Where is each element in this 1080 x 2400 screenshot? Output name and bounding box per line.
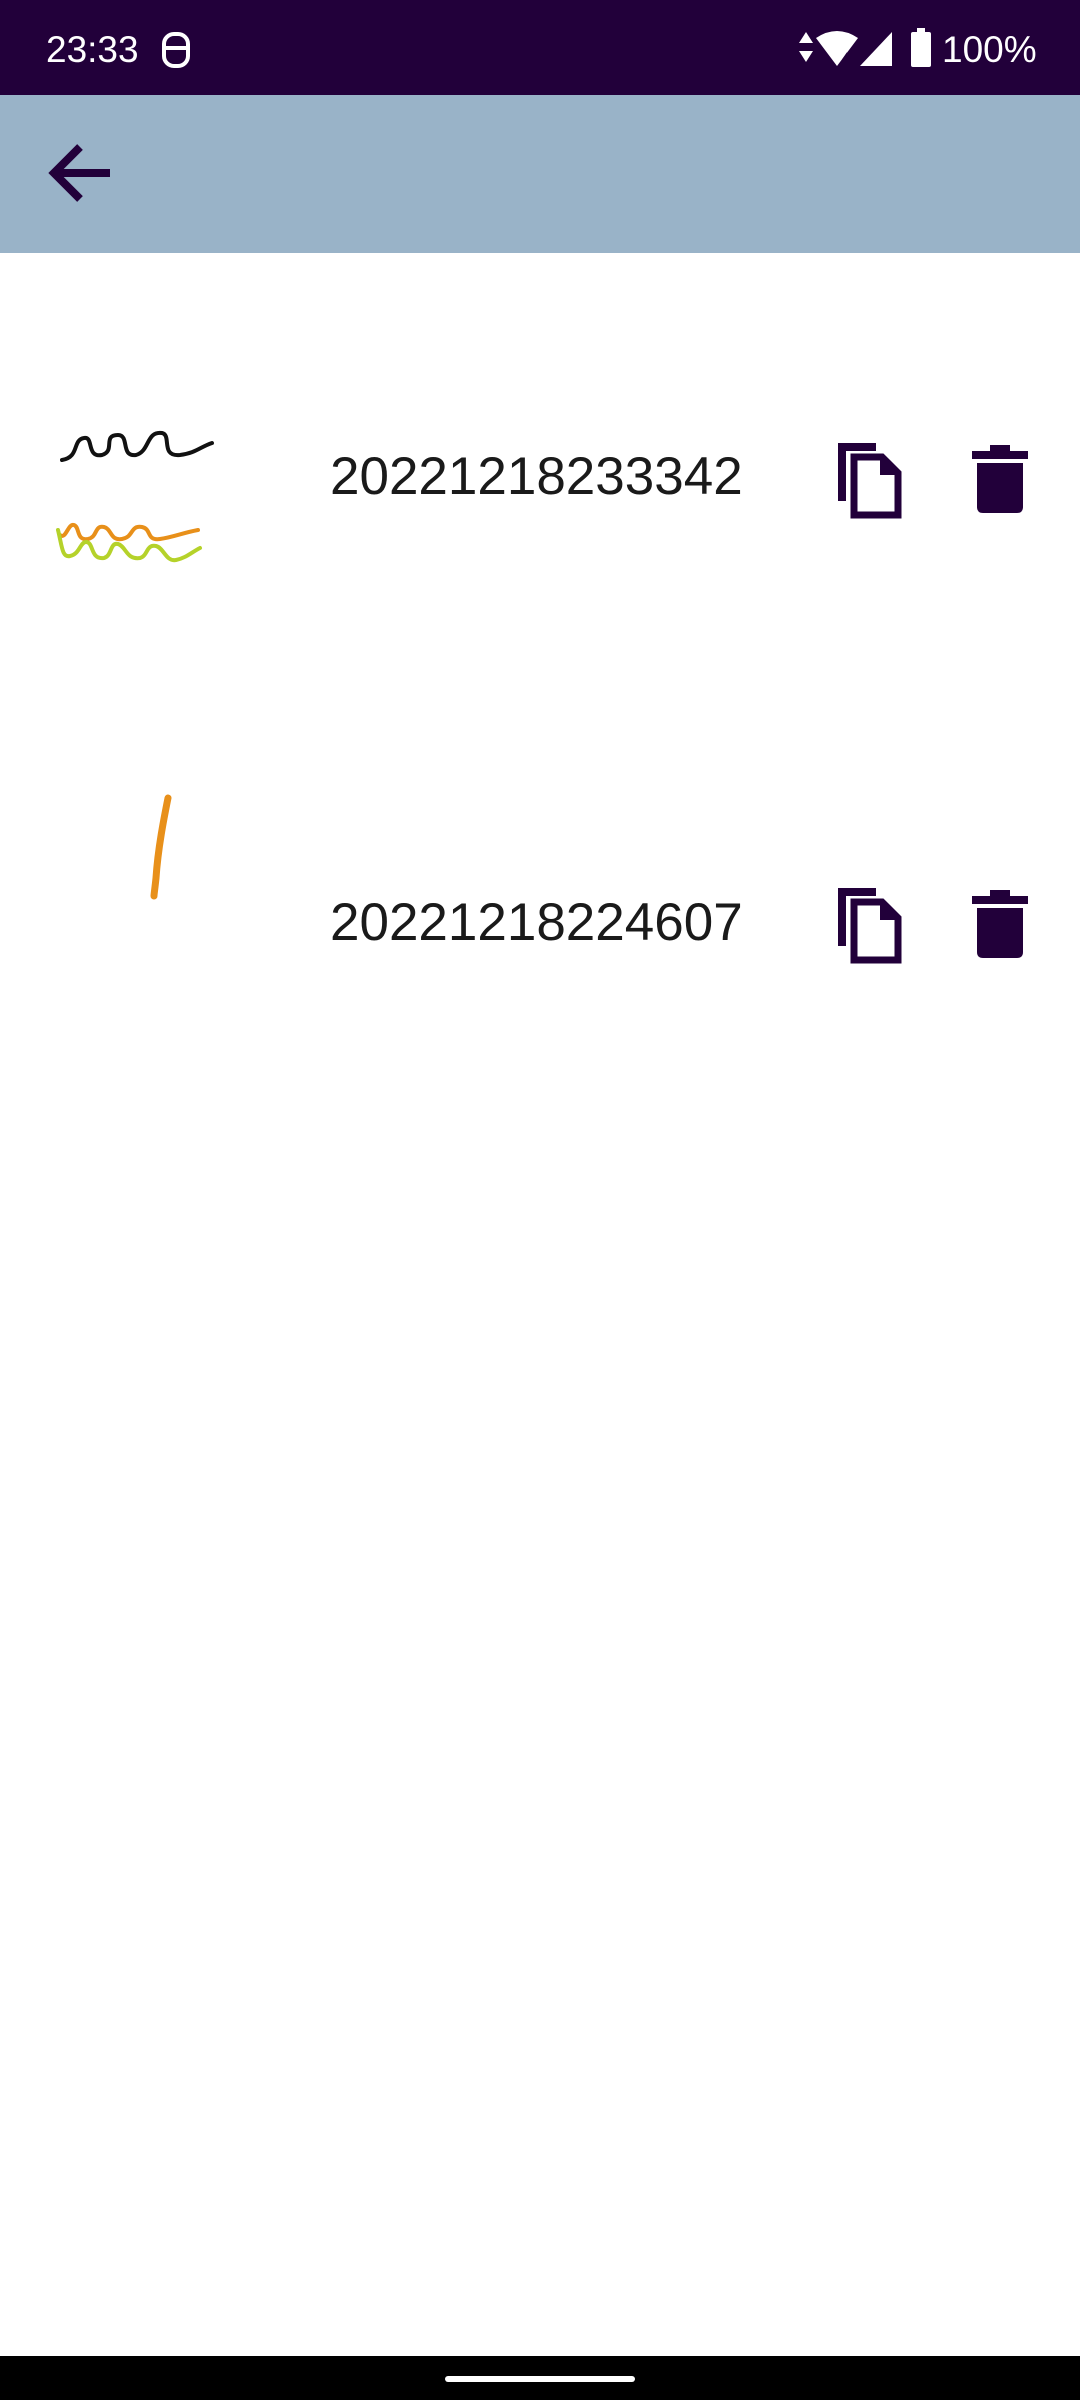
list-item[interactable]: 20221218233342	[0, 253, 1080, 698]
copy-icon	[838, 443, 902, 519]
home-gesture-handle[interactable]	[445, 2376, 635, 2382]
copy-button[interactable]	[820, 431, 916, 527]
delete-button[interactable]	[952, 876, 1048, 972]
svg-text:4: 4	[842, 49, 850, 65]
drawing-thumbnail[interactable]	[40, 335, 240, 565]
delete-icon	[972, 445, 1028, 513]
delete-icon	[972, 890, 1028, 958]
battery-percent: 100%	[942, 29, 1037, 70]
drawing-title[interactable]: 20221218233342	[330, 445, 770, 509]
copy-icon	[838, 888, 902, 964]
notification-icon	[162, 32, 190, 68]
status-time: 23:33	[46, 29, 139, 70]
status-bar: 23:33 4 100%	[0, 0, 1080, 95]
copy-button[interactable]	[820, 876, 916, 972]
drawing-thumbnail[interactable]	[40, 778, 240, 1008]
battery-icon	[911, 28, 931, 67]
delete-button[interactable]	[952, 431, 1048, 527]
navigation-bar	[0, 2356, 1080, 2400]
back-button[interactable]	[28, 121, 132, 225]
wifi-icon: 4	[816, 31, 858, 66]
signal-icon	[860, 32, 892, 66]
data-arrows-icon	[799, 32, 813, 62]
app-bar	[0, 95, 1080, 253]
list-item[interactable]: 20221218224607	[0, 698, 1080, 1143]
drawing-title[interactable]: 20221218224607	[330, 891, 770, 955]
arrow-back-icon	[48, 144, 110, 202]
